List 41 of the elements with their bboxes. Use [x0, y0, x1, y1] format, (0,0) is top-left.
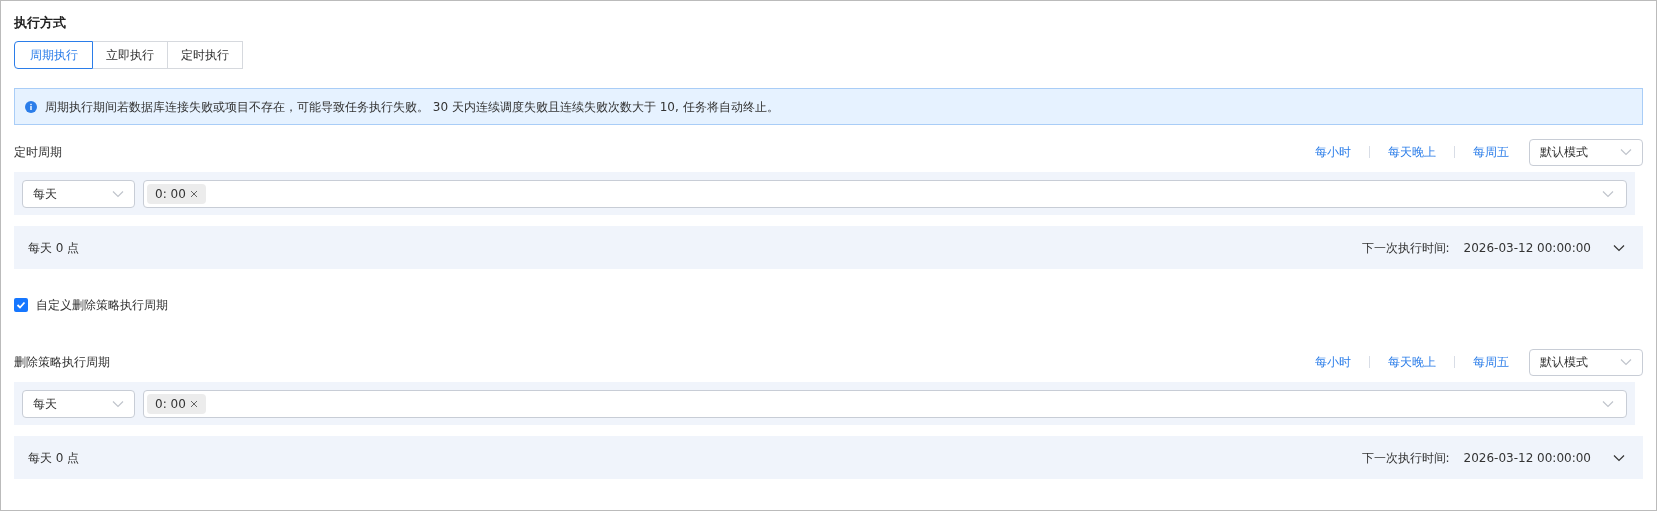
- time-tag: 0: 00: [147, 393, 206, 414]
- chevron-down-icon: [112, 399, 124, 408]
- frequency-select[interactable]: 每天: [22, 179, 135, 208]
- frequency-select[interactable]: 每天: [22, 389, 135, 418]
- preset-link[interactable]: 每周五: [1473, 143, 1509, 161]
- tab[interactable]: 周期执行: [14, 41, 93, 69]
- check-icon: [16, 300, 26, 310]
- time-select[interactable]: 0: 00: [143, 389, 1627, 418]
- preset-link[interactable]: 每周五: [1473, 353, 1509, 371]
- expand-icon: [1613, 243, 1625, 252]
- chevron-down-icon: [112, 189, 124, 198]
- time-select[interactable]: 0: 00: [143, 179, 1627, 208]
- tab[interactable]: 定时执行: [168, 41, 243, 69]
- close-icon[interactable]: [189, 189, 198, 198]
- checkbox-label: 自定义删除策略执行周期: [36, 297, 168, 314]
- info-icon: [25, 100, 37, 113]
- summary-text: 每天 0 点: [28, 449, 80, 467]
- expand-icon: [1613, 453, 1625, 462]
- summary-text: 每天 0 点: [28, 239, 80, 257]
- preset-link[interactable]: 每天晚上: [1388, 353, 1436, 371]
- mode-select[interactable]: 默认模式: [1529, 348, 1643, 376]
- chevron-down-icon: [1620, 358, 1632, 366]
- chevron-down-icon: [1602, 189, 1614, 198]
- chevron-down-icon: [1602, 399, 1614, 408]
- next-run-label: 下一次执行时间:: [1361, 239, 1450, 257]
- checkbox[interactable]: [14, 298, 28, 312]
- page-title: 执行方式: [14, 14, 67, 32]
- preset-link[interactable]: 每小时: [1315, 353, 1351, 371]
- time-tag: 0: 00: [147, 183, 206, 204]
- tab[interactable]: 立即执行: [93, 41, 168, 69]
- section-label: 定时周期: [14, 144, 62, 161]
- next-run-label: 下一次执行时间:: [1361, 449, 1450, 467]
- next-run-time: 2026-03-12 00:00:00: [1463, 449, 1591, 467]
- close-icon[interactable]: [189, 399, 198, 408]
- alert-text: 周期执行期间若数据库连接失败或项目不存在，可能导致任务执行失败。 30 天内连续调度失败且连续失败次数大于 10, 任务将自动终止。: [45, 98, 779, 116]
- section-label: 删除策略执行周期: [14, 354, 110, 371]
- chevron-down-icon: [1620, 148, 1632, 156]
- mode-select[interactable]: 默认模式: [1529, 138, 1643, 166]
- next-run-time: 2026-03-12 00:00:00: [1463, 239, 1591, 257]
- preset-link[interactable]: 每天晚上: [1388, 143, 1436, 161]
- preset-link[interactable]: 每小时: [1315, 143, 1351, 161]
